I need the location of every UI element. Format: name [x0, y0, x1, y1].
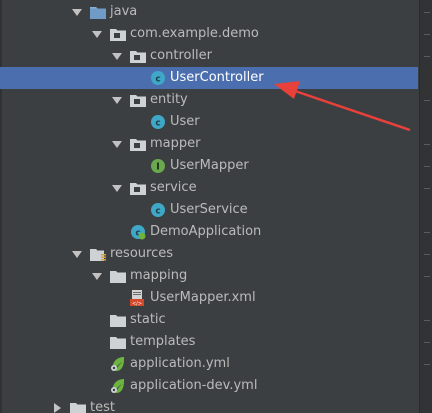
expand-toggle-icon[interactable]: [72, 7, 82, 17]
folder-source-icon: [90, 4, 106, 20]
svg-text:c: c: [155, 119, 160, 129]
tree-item-templates[interactable]: templates: [0, 331, 420, 353]
collapse-toggle-icon[interactable]: [52, 403, 62, 413]
package-icon: [130, 180, 146, 196]
package-icon: [110, 26, 126, 42]
gutter-mark: [424, 56, 430, 57]
expand-toggle-icon[interactable]: [112, 139, 122, 149]
tree-item-test[interactable]: test: [0, 397, 420, 413]
spring-boot-class-icon: c: [130, 224, 146, 240]
spring-yml-icon: [110, 378, 126, 394]
folder-icon: [110, 334, 126, 350]
tree-item-java[interactable]: java: [0, 1, 420, 23]
tree-item-static[interactable]: static: [0, 309, 420, 331]
gutter-mark: [424, 34, 430, 35]
tree-item-mapper[interactable]: mapper: [0, 133, 420, 155]
resources-folder-icon: [90, 246, 106, 262]
tree-item-userservice[interactable]: c UserService: [0, 199, 420, 221]
tree-item-label: test: [90, 400, 115, 413]
class-icon: c: [150, 114, 166, 130]
gutter-mark: [424, 364, 430, 365]
tree-item-label: static: [130, 312, 166, 327]
tree-item-label: entity: [150, 92, 188, 107]
expand-toggle-icon[interactable]: [112, 183, 122, 193]
tree-item-user[interactable]: c User: [0, 111, 420, 133]
tree-item-usermapper-xml[interactable]: </> UserMapper.xml: [0, 287, 420, 309]
gutter-mark: [424, 100, 430, 101]
tree-item-label: com.example.demo: [130, 26, 259, 41]
tree-item-demoapplication[interactable]: c DemoApplication: [0, 221, 420, 243]
class-icon: c: [150, 70, 166, 86]
tree-item-entity[interactable]: entity: [0, 89, 420, 111]
tree-item-label: DemoApplication: [150, 224, 262, 239]
tree-item-label: application.yml: [130, 356, 230, 371]
tree-item-label: UserMapper.xml: [150, 290, 256, 305]
tree-item-usermapper[interactable]: UserMapper: [0, 155, 420, 177]
expand-toggle-icon[interactable]: [92, 271, 102, 281]
folder-icon: [110, 312, 126, 328]
gutter-mark: [424, 232, 430, 233]
gutter-mark: [424, 276, 430, 277]
tree-item-label: UserController: [170, 70, 264, 85]
gutter-mark: [424, 144, 430, 145]
project-tree-panel: java com.example.demo controller c UserC: [0, 0, 432, 413]
gutter-mark: [424, 166, 430, 167]
svg-text:</>: </>: [132, 301, 142, 306]
folder-icon: [110, 268, 126, 284]
tree-item-label: controller: [150, 48, 213, 63]
svg-text:c: c: [155, 75, 160, 85]
expand-toggle-icon[interactable]: [92, 29, 102, 39]
gutter-mark: [424, 320, 430, 321]
editor-gutter: [419, 0, 432, 413]
tree-item-label: mapping: [130, 268, 188, 283]
tree-item-label: User: [170, 114, 200, 129]
package-icon: [130, 48, 146, 64]
tree-item-label: java: [110, 4, 138, 19]
spring-yml-icon: [110, 356, 126, 372]
xml-file-icon: </>: [130, 290, 146, 306]
gutter-mark: [424, 188, 430, 189]
tree-item-label: templates: [130, 334, 196, 349]
tree-item-service[interactable]: service: [0, 177, 420, 199]
tree-item-usercontroller[interactable]: c UserController: [0, 67, 418, 89]
svg-text:c: c: [155, 207, 160, 217]
tree-item-label: resources: [110, 246, 174, 261]
tree-item-label: service: [150, 180, 197, 195]
gutter-mark: [424, 12, 430, 13]
tree-item-package[interactable]: com.example.demo: [0, 23, 420, 45]
interface-icon: [150, 158, 166, 174]
tree-item-label: UserMapper: [170, 158, 249, 173]
tree-item-mapping[interactable]: mapping: [0, 265, 420, 287]
package-icon: [130, 136, 146, 152]
tree-item-controller[interactable]: controller: [0, 45, 420, 67]
tree-item-label: UserService: [170, 202, 248, 217]
tree-item-application-dev-yml[interactable]: application-dev.yml: [0, 375, 420, 397]
expand-toggle-icon[interactable]: [112, 51, 122, 61]
expand-toggle-icon[interactable]: [112, 95, 122, 105]
tree-item-label: application-dev.yml: [130, 378, 258, 393]
folder-icon: [70, 400, 86, 413]
package-icon: [130, 92, 146, 108]
expand-toggle-icon[interactable]: [72, 249, 82, 259]
tree-item-resources[interactable]: resources: [0, 243, 420, 265]
gutter-mark: [424, 342, 430, 343]
tree-item-application-yml[interactable]: application.yml: [0, 353, 420, 375]
gutter-mark: [424, 254, 430, 255]
tree-item-label: mapper: [150, 136, 201, 151]
class-icon: c: [150, 202, 166, 218]
